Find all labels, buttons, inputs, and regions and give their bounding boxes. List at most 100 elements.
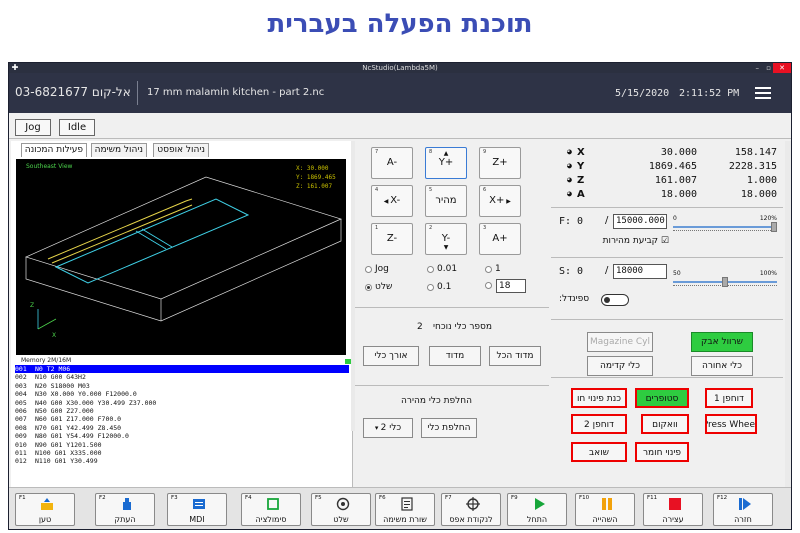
f12-resume-button[interactable]: F12 חזרה (713, 493, 773, 526)
close-icon[interactable]: ✕ (773, 63, 791, 73)
axis-name: Y (577, 161, 585, 172)
step-custom-radio[interactable] (485, 282, 495, 289)
step-001-radio[interactable]: 0.01 (427, 264, 457, 274)
radio-icon (365, 265, 372, 273)
f9-start-button[interactable]: F9 התחל (507, 493, 567, 526)
tab-offset-management[interactable]: ניהול אופסט (153, 143, 209, 157)
fkey-text: עצירה (662, 515, 684, 524)
tab-task-management[interactable]: ניהול משימה (90, 143, 147, 157)
gcode-line-number: 003 (15, 381, 27, 390)
io-button[interactable]: Press Whee (705, 414, 757, 434)
f5-remote-button[interactable]: F5 שלט (311, 493, 371, 526)
io-button[interactable]: דוחפן 2 (571, 414, 627, 434)
tool-length-button[interactable]: אורך כלי (363, 346, 419, 366)
mode-jog-radio[interactable]: Jog (365, 264, 389, 274)
fkey-label: F11 (647, 495, 658, 501)
feed-rate-input[interactable]: 15000.000 (613, 214, 667, 229)
step-01-radio[interactable]: 0.1 (427, 282, 451, 292)
slider-thumb[interactable] (722, 277, 728, 287)
simulation-icon (267, 498, 279, 510)
f11-stop-button[interactable]: F11 עצירה (643, 493, 703, 526)
io-button[interactable]: דוחפן 1 (705, 388, 753, 408)
gcode-line[interactable]: 011 N100 G01 X335.000 (15, 449, 349, 457)
jog-rapid-button[interactable]: 5 מהיר (425, 185, 467, 217)
right-scrollbar[interactable] (785, 141, 791, 487)
f4-simulation-button[interactable]: F4 סימולציה (241, 493, 301, 526)
jog-z-minus-button[interactable]: 1 Z- (371, 223, 413, 255)
step-value-input[interactable]: 18 (496, 279, 526, 293)
feed-override-slider[interactable]: 0 120% (673, 215, 777, 233)
axis-work-coord: 18.000 (740, 189, 777, 200)
gcode-line[interactable]: 005 N40 G00 X30.000 Y30.499 Z37.000 (15, 399, 349, 407)
tool-select-value: כלי 2 (380, 423, 402, 433)
io-button[interactable]: סטופרים (635, 388, 689, 408)
f7-zero-point-button[interactable]: F7 לנקודת אפס (441, 493, 501, 526)
tab-machine-activity[interactable]: פעילות המכונה (20, 143, 87, 157)
gcode-line-number: 001 (15, 365, 27, 373)
jog-y-plus-button[interactable]: 8 ▲ Y+ (425, 147, 467, 179)
fkey-label: F5 (315, 495, 322, 501)
spindle-override-slider[interactable]: 50 100% (673, 270, 777, 288)
f1-load-button[interactable]: F1 טען (15, 493, 75, 526)
step-label: 0.1 (437, 282, 452, 292)
spindle-toggle[interactable] (601, 294, 629, 306)
spindle-speed-input[interactable]: 18000 (613, 264, 667, 279)
gcode-listing[interactable]: 001 N0 T2 M06 002 N10 G00 G43H2 003 N20 S18… (15, 365, 349, 485)
jog-button-label: מהיר (435, 195, 457, 206)
dust-hood-button[interactable]: שרוול אבק (691, 332, 753, 352)
jog-a-plus-button[interactable]: 3 A+ (479, 223, 521, 255)
io-button[interactable]: פינוי חומר (635, 442, 689, 462)
toolpath-3d-view[interactable]: Southeast View X: 30.000 Y: 1869.465 Z: … (16, 159, 346, 355)
jog-x-minus-button[interactable]: 4 ◀ X- (371, 185, 413, 217)
gcode-line-number: 008 (15, 423, 27, 432)
tool-back-button[interactable]: כלי אחורה (691, 356, 753, 376)
f10-pause-button[interactable]: F10 השהייה (575, 493, 635, 526)
measure-button[interactable]: מדוד (429, 346, 481, 366)
gcode-line[interactable]: 009 N80 G01 Y54.499 F12000.0 (15, 432, 349, 440)
task-line-icon (401, 497, 413, 511)
gcode-line[interactable]: 003 N20 S18000 M03 (15, 382, 349, 390)
maximize-icon[interactable]: ▫ (766, 63, 771, 73)
gcode-line[interactable]: 006 N50 G00 Z27.000 (15, 407, 349, 415)
gcode-line[interactable]: 002 N10 G00 G43H2 (15, 373, 349, 381)
gcode-line[interactable]: 010 N90 G01 Y1201.500 (15, 441, 349, 449)
gcode-line[interactable]: 007 N60 G01 Z17.000 F700.0 (15, 415, 349, 423)
tool-select-dropdown[interactable]: ▾ כלי 2 (363, 418, 413, 438)
idle-status-button[interactable]: Idle (59, 119, 95, 136)
tool-front-button[interactable]: כלי קדימה (587, 356, 653, 376)
gcode-line[interactable]: 008 N70 G01 Y42.499 Z8.450 (15, 424, 349, 432)
minimize-icon[interactable]: – (756, 63, 760, 73)
play-icon (535, 498, 545, 510)
menu-icon[interactable] (755, 87, 771, 99)
tool-change-button[interactable]: החלפת כלי (421, 418, 477, 438)
io-button[interactable]: שואב (571, 442, 627, 462)
gcode-line[interactable]: 012 N110 G01 Y30.499 (15, 457, 349, 465)
f2-copy-button[interactable]: F2 העתק (95, 493, 155, 526)
step-1-radio[interactable]: 1 (485, 264, 501, 274)
f3-mdi-button[interactable]: F3 MDI (167, 493, 227, 526)
window-title: NcStudio(Lambda5M) (362, 64, 438, 72)
header-bar: 03-6821677 אל-קום 17 mm malamin kitchen … (9, 73, 791, 113)
slider-thumb[interactable] (771, 222, 777, 232)
jog-mode-button[interactable]: Jog (15, 119, 51, 136)
io-button[interactable]: כנת פינוי חו (571, 388, 627, 408)
axis-name: Z (577, 175, 585, 186)
fkey-label: F7 (445, 495, 452, 501)
fkey-text: MDI (189, 515, 205, 524)
jog-y-minus-button[interactable]: 2 Y- ▼ (425, 223, 467, 255)
io-button[interactable]: וואקום (641, 414, 689, 434)
measure-all-button[interactable]: מדוד הכל (489, 346, 541, 366)
speed-lock-checkbox[interactable]: ☑ קביעת מהירות (565, 236, 669, 246)
fkey-text: לנקודת אפס (449, 515, 493, 524)
f6-task-line-button[interactable]: F6 שורת משימה (375, 493, 435, 526)
gcode-line[interactable]: 001 N0 T2 M06 (15, 365, 349, 374)
magazine-cycle-button[interactable]: Magazine Cyl (587, 332, 653, 352)
jog-x-plus-button[interactable]: 6 X+ ▶ (479, 185, 521, 217)
jog-a-minus-button[interactable]: 7 A- (371, 147, 413, 179)
gcode-line[interactable]: 004 N30 X0.000 Y0.000 F12000.0 (15, 390, 349, 398)
date-display: 5/15/2020 (615, 88, 670, 99)
gcode-line-text: N60 G01 Z17.000 F700.0 (35, 415, 122, 424)
mode-remote-radio[interactable]: שלט (365, 282, 392, 292)
jog-z-plus-button[interactable]: 9 Z+ (479, 147, 521, 179)
jog-key-hint: 7 (375, 149, 379, 155)
